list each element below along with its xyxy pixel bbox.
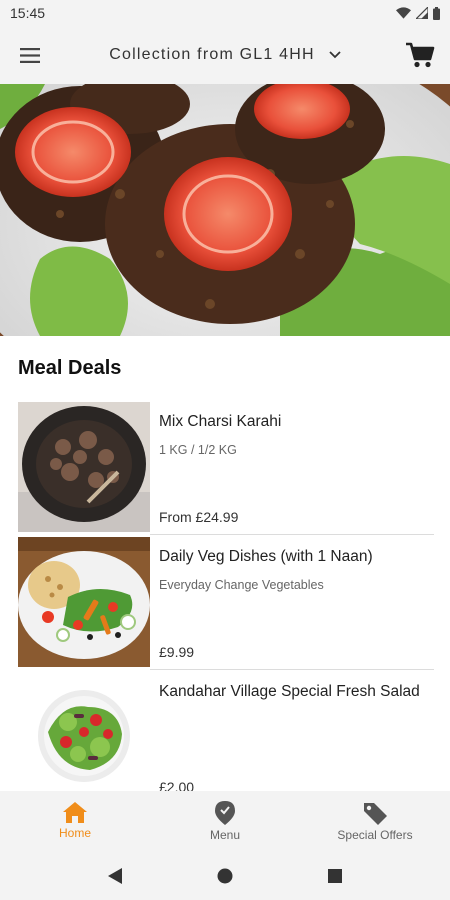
section-title: Meal Deals: [18, 357, 122, 379]
cart-icon: [406, 42, 435, 68]
meal-deal-description: Everyday Change Vegetables: [159, 578, 324, 592]
meal-deal-name: Kandahar Village Special Fresh Salad: [159, 683, 420, 700]
battery-icon: [433, 6, 440, 20]
home-icon: [63, 802, 87, 823]
meal-deal-image: [18, 402, 150, 532]
collection-selector[interactable]: Collection from GL1 4HH: [60, 46, 390, 64]
meal-deal-price: £9.99: [159, 644, 195, 660]
meal-deals-list: Mix Charsi Karahi 1 KG / 1/2 KG From £24…: [0, 400, 450, 805]
collection-title: Collection from GL1 4HH: [109, 46, 315, 63]
meal-deal-item[interactable]: Daily Veg Dishes (with 1 Naan) Everyday …: [0, 535, 450, 670]
nav-special-offers[interactable]: Special Offers: [300, 791, 450, 851]
meal-deal-name: Mix Charsi Karahi: [159, 413, 282, 430]
meal-deal-image: [18, 537, 150, 667]
tag-icon: [364, 802, 387, 825]
nav-label: Special Offers: [337, 827, 413, 842]
home-circle-icon[interactable]: [217, 868, 233, 884]
meal-deal-item[interactable]: Kandahar Village Special Fresh Salad £2.…: [0, 670, 450, 805]
meal-deal-item[interactable]: Mix Charsi Karahi 1 KG / 1/2 KG From £24…: [0, 400, 450, 535]
signal-icon: [416, 7, 428, 19]
meal-deal-image: [18, 672, 150, 802]
status-bar: 15:45: [0, 0, 450, 26]
chevron-down-icon: [329, 51, 341, 59]
status-icons: [396, 6, 440, 20]
bottom-navigation: Home Menu Special Offers: [0, 791, 450, 851]
recents-icon[interactable]: [328, 868, 343, 883]
wifi-icon: [396, 7, 411, 19]
status-time: 15:45: [10, 5, 46, 21]
map-pin-icon: [215, 800, 235, 825]
nav-label: Menu: [209, 827, 241, 842]
nav-label: Home: [58, 826, 91, 840]
system-navigation-bar: [0, 851, 450, 900]
cart-button[interactable]: [390, 26, 450, 84]
nav-menu[interactable]: Menu: [150, 791, 300, 851]
nav-home[interactable]: Home: [0, 791, 150, 851]
hamburger-icon: [20, 47, 40, 63]
meal-deal-description: 1 KG / 1/2 KG: [159, 443, 237, 457]
hero-image: [0, 84, 450, 336]
back-icon[interactable]: [107, 867, 122, 884]
hamburger-menu-button[interactable]: [0, 26, 60, 84]
meal-deal-name: Daily Veg Dishes (with 1 Naan): [159, 548, 373, 565]
meal-deal-price: From £24.99: [159, 509, 239, 525]
app-bar: Collection from GL1 4HH: [0, 26, 450, 84]
